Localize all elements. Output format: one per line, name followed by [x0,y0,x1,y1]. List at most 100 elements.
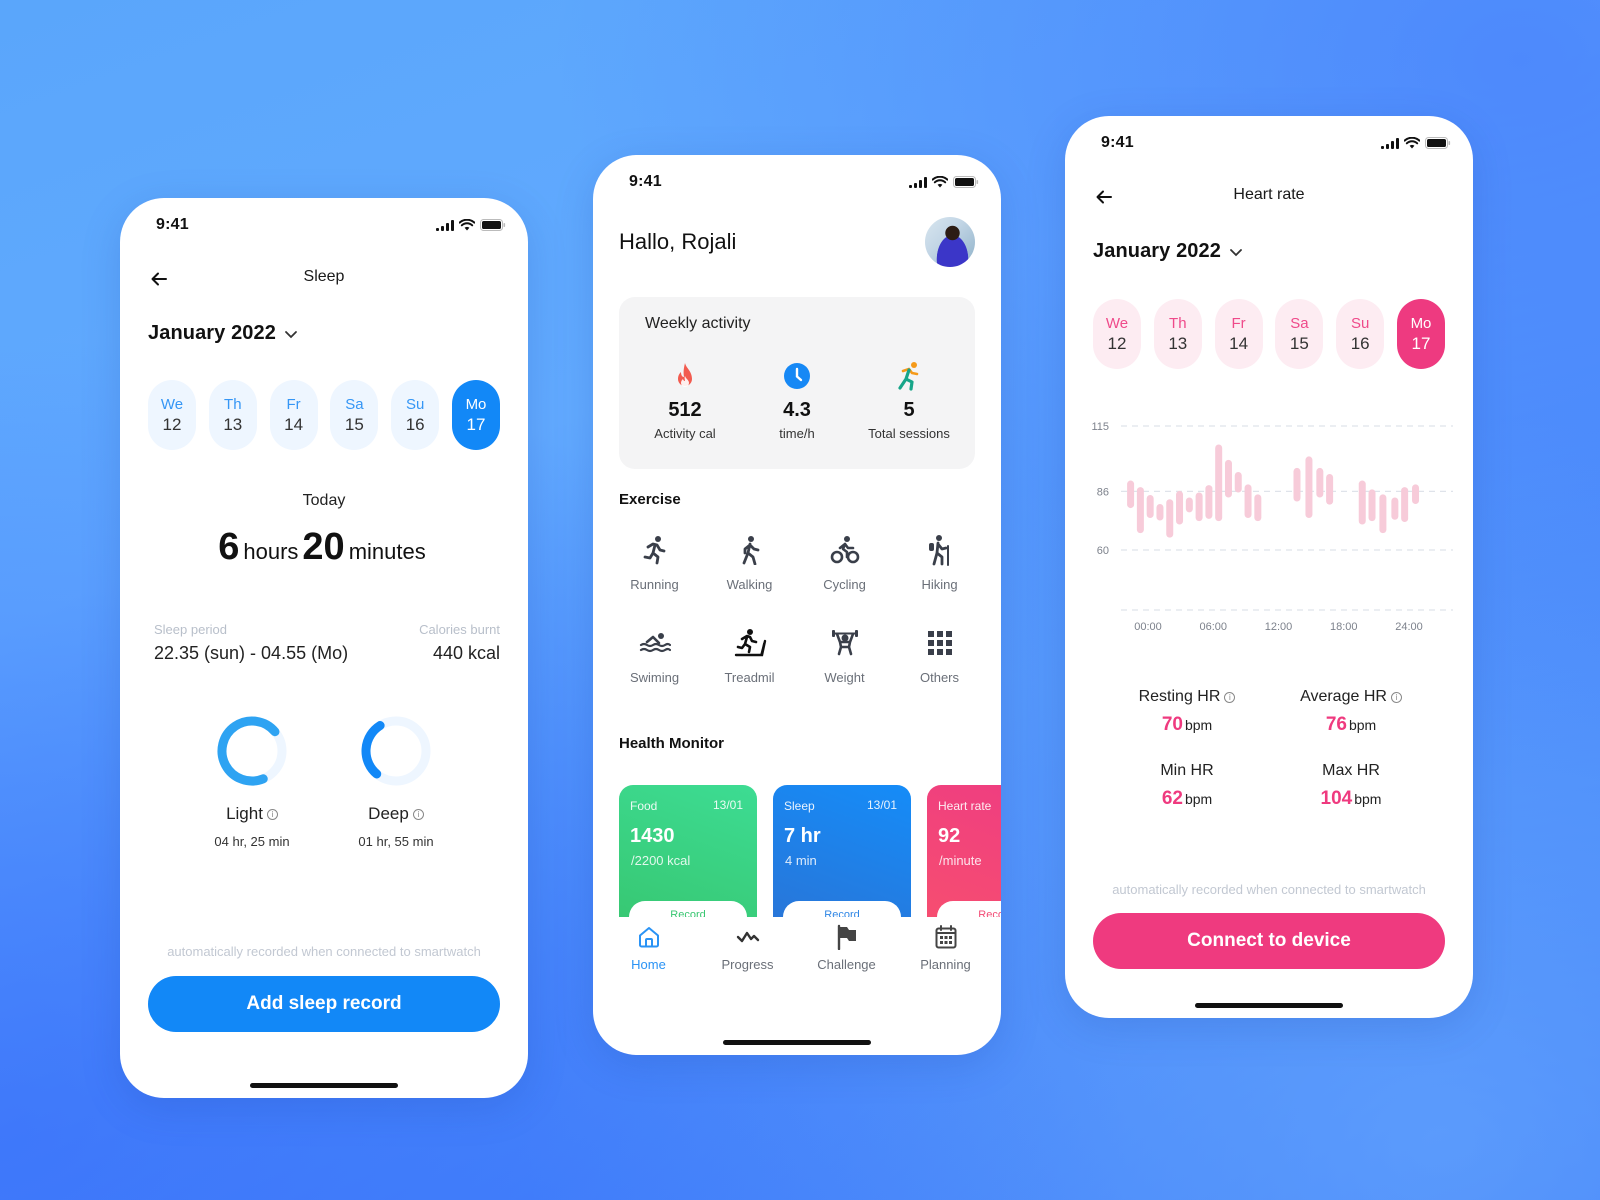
tab-label: Progress [721,957,774,972]
day-pill[interactable]: Mo 17 [451,380,500,450]
ring-deep-value: 01 hr, 55 min [358,834,434,849]
hr-stat-label-row: Min HR [1105,762,1269,780]
record-button[interactable]: Record [937,901,1001,917]
day-date: 14 [284,415,304,434]
hr-stat-value-row: 76 bpm [1269,714,1433,736]
avatar[interactable] [925,217,975,267]
nav-header: Heart rate [1065,182,1473,212]
hr-range-bar [1146,494,1154,518]
hr-stat: Max HR 104 bpm [1269,762,1433,810]
add-sleep-record-button[interactable]: Add sleep record [148,976,500,1032]
home-indicator [250,1083,398,1088]
footnote: automatically recorded when connected to… [167,944,481,959]
tab-label: Home [631,957,666,972]
exercise-weight[interactable]: Weight [797,626,892,685]
exercise-others[interactable]: Others [892,626,987,685]
day-pill[interactable]: Su 16 [391,380,440,450]
info-icon[interactable]: i [1224,691,1236,703]
hr-range-bar [1166,499,1174,538]
health-monitor-carousel[interactable]: Food 13/01 1430 /2200 kcal Record Sleep … [619,785,1001,917]
month-label: January 2022 [148,322,276,344]
exercise-label: Cycling [823,577,866,592]
card-subvalue: /2200 kcal [631,853,691,868]
day-date: 15 [1289,334,1309,353]
hiking-icon [928,535,949,566]
status-bar: 9:41 [156,214,506,236]
exercise-label: Hiking [921,577,958,592]
day-name: Sa [345,396,364,413]
page-title: Heart rate [1233,186,1305,203]
hr-range-bar [1401,487,1409,523]
ring-progress-arc [361,721,385,779]
cycling-icon [830,536,859,564]
health-card-sleep[interactable]: Sleep 13/01 7 hr 4 min Record [773,785,911,917]
hr-stat-unit: bpm [1184,791,1213,807]
card-date: 13/01 [866,798,897,812]
y-tick-label: 60 [1097,545,1109,557]
status-time: 9:41 [1101,134,1134,151]
record-button[interactable]: Record [783,901,901,917]
record-button[interactable]: Record [629,901,747,917]
month-picker[interactable]: January 2022 [1093,240,1243,263]
stat-value: 4.3 [783,399,811,421]
hr-stat-label: Max HR [1322,762,1380,779]
running-icon [643,536,665,565]
exercise-swimming[interactable]: Swiming [607,626,702,685]
day-pill[interactable]: Fr 14 [269,380,318,450]
hr-range-bar [1215,444,1223,522]
hr-stat: Min HR 62 bpm [1105,762,1269,810]
treadmill-icon [734,629,766,657]
hr-range-bar [1316,467,1324,498]
day-pill[interactable]: We 12 [148,380,196,450]
day-name: Sa [1290,315,1309,332]
day-name: Th [224,396,242,413]
tab-challenge[interactable]: Challenge [799,923,895,972]
stat-label: Total sessions [868,426,950,441]
connect-device-button[interactable]: Connect to device [1093,913,1445,969]
ring-light: Light i 04 hr, 25 min [180,710,324,849]
day-pill[interactable]: Sa 15 [330,380,379,450]
tab-planning[interactable]: Planning [898,923,994,972]
nav-header: Sleep [120,264,528,294]
exercise-hiking[interactable]: Hiking [892,533,987,592]
hr-stat-label-row: Max HR [1269,762,1433,780]
stat-value: 512 [668,399,702,421]
heart-rate-chart: 115 86 60 00:00 06:00 12:00 18:00 24:00 [1081,396,1461,636]
hr-stat-value: 76 [1325,714,1347,735]
ring-deep: Deep i 01 hr, 55 min [324,710,468,849]
health-card-food[interactable]: Food 13/01 1430 /2200 kcal Record [619,785,757,917]
tab-progress[interactable]: Progress [700,923,796,972]
day-date: 12 [162,415,182,434]
exercise-running[interactable]: Running [607,533,702,592]
day-pill[interactable]: Mo 17 [1396,299,1445,369]
exercise-cycling[interactable]: Cycling [797,533,892,592]
day-date: 16 [1350,334,1370,353]
stat-time: 4.3 time/h [742,361,852,441]
tab-home[interactable]: Home [601,923,697,972]
day-pill[interactable]: Su 16 [1336,299,1385,369]
month-picker[interactable]: January 2022 [148,322,298,345]
health-card-heart-rate[interactable]: Heart rate 13/01 92 /minute Record [927,785,1001,917]
day-pill[interactable]: Th 13 [1153,299,1202,369]
day-pill[interactable]: Sa 15 [1275,299,1324,369]
day-date: 14 [1229,334,1249,353]
home-screen: 9:41 Hallo, Rojali Weekly activity 512 A… [593,155,1001,1055]
status-bar: 9:41 [1101,132,1451,154]
day-date: 17 [1411,334,1431,353]
duration-hours-unit: hours [243,539,299,564]
day-pill[interactable]: We 12 [1093,299,1141,369]
hr-range-bar [1205,485,1213,519]
stat-label: Activity cal [654,426,716,441]
info-icon[interactable]: i [266,808,278,820]
hr-stat: Resting HR i 70 bpm [1105,688,1269,736]
exercise-walking[interactable]: Walking [702,533,797,592]
hr-range-bar [1379,494,1387,534]
exercise-treadmill[interactable]: Treadmil [702,626,797,685]
hr-range-bar [1368,489,1376,522]
day-pill[interactable]: Th 13 [208,380,257,450]
battery-icon [480,219,506,231]
day-pill[interactable]: Fr 14 [1214,299,1263,369]
info-icon[interactable]: i [412,808,424,820]
info-icon[interactable]: i [1390,691,1402,703]
hr-stat-label-row: Resting HR i [1105,688,1269,706]
